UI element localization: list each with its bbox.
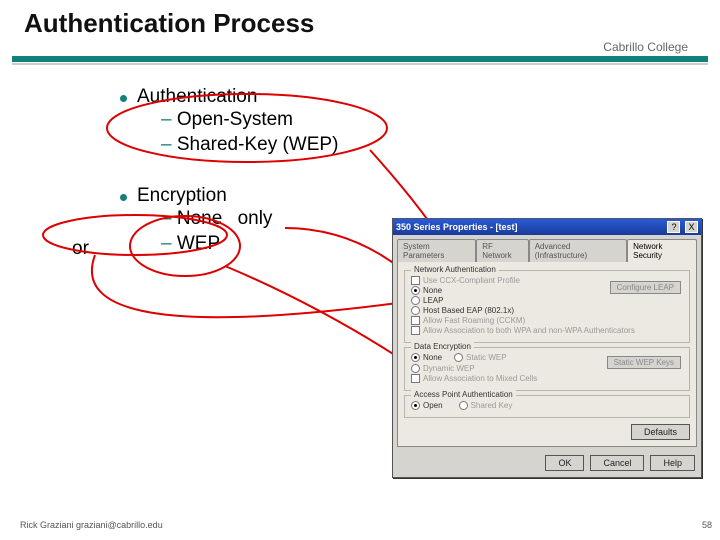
help-button[interactable]: Help [650,455,695,471]
chk-allow-mixed-cells[interactable]: Allow Association to Mixed Cells [411,374,683,383]
chk-allow-wpa-nonwpa[interactable]: Allow Association to both WPA and non-WP… [411,326,683,335]
static-wep-keys-button[interactable]: Static WEP Keys [607,356,681,369]
defaults-button[interactable]: Defaults [631,424,690,440]
tab-network-security[interactable]: Network Security [627,239,697,262]
dialog-title: 350 Series Properties - [test] [396,222,518,232]
radio-icon [454,353,463,362]
title-rule [12,56,708,65]
ok-button[interactable]: OK [545,455,584,471]
footer-text: Rick Graziani graziani@cabrillo.edu [20,520,163,530]
sub-shared-key: – Shared-Key (WEP) [161,133,338,158]
dialog-button-row: OK Cancel Help [393,451,701,477]
group-title-data-enc: Data Encryption [411,342,474,351]
slide-content: Authentication – Open-System – Shared-Ke… [120,80,338,257]
close-titlebar-button[interactable]: X [685,221,698,233]
group-title-net-auth: Network Authentication [411,265,499,274]
cancel-button[interactable]: Cancel [590,455,644,471]
radio-enc-none[interactable]: None [411,353,442,362]
radio-auth-leap[interactable]: LEAP [411,296,683,305]
radio-ap-open[interactable]: Open [411,401,443,410]
bullet-enc-title: Encryption [137,185,272,207]
only-label: only [238,208,273,229]
checkbox-icon [411,276,420,285]
page-title: Authentication Process [24,8,314,39]
radio-ap-shared-key[interactable]: Shared Key [459,401,513,410]
group-title-ap-auth: Access Point Authentication [411,390,516,399]
radio-auth-host-eap[interactable]: Host Based EAP (802.1x) [411,306,683,315]
bullet-encryption: Encryption – None only – WEP [120,185,338,256]
dialog-titlebar[interactable]: 350 Series Properties - [test] ? X [393,219,701,235]
checkbox-icon [411,326,420,335]
chk-allow-fast-roaming[interactable]: Allow Fast Roaming (CCKM) [411,316,683,325]
bullet-auth-title: Authentication [137,86,338,108]
radio-icon [411,353,420,362]
checkbox-icon [411,316,420,325]
configure-leap-button[interactable]: Configure LEAP [610,281,681,294]
radio-icon [411,286,420,295]
tab-rf-network[interactable]: RF Network [476,239,528,262]
group-data-encryption: Data Encryption Static WEP Keys None Sta… [404,347,690,391]
bullet-dot-icon [120,194,127,201]
tab-system-parameters[interactable]: System Parameters [397,239,476,262]
dialog-panel: Network Authentication Configure LEAP Us… [397,261,697,447]
college-label: Cabrillo College [603,40,688,54]
radio-enc-static-wep[interactable]: Static WEP [454,353,506,362]
radio-icon [411,364,420,373]
help-titlebar-button[interactable]: ? [667,221,680,233]
radio-icon [411,401,420,410]
sub-open-system: – Open-System [161,108,338,133]
or-label: or [72,238,89,260]
group-ap-authentication: Access Point Authentication Open Shared … [404,395,690,418]
tab-advanced[interactable]: Advanced (Infrastructure) [529,239,627,262]
radio-icon [411,296,420,305]
bullet-auth: Authentication – Open-System – Shared-Ke… [120,86,338,157]
dialog-tabs: System Parameters RF Network Advanced (I… [393,235,701,261]
properties-dialog: 350 Series Properties - [test] ? X Syste… [392,218,702,478]
checkbox-icon [411,374,420,383]
page-number: 58 [702,520,712,530]
group-network-authentication: Network Authentication Configure LEAP Us… [404,270,690,343]
radio-icon [411,306,420,315]
sub-wep: – WEP [161,232,272,257]
bullet-dot-icon [120,95,127,102]
sub-none: – None only [161,207,272,232]
radio-icon [459,401,468,410]
